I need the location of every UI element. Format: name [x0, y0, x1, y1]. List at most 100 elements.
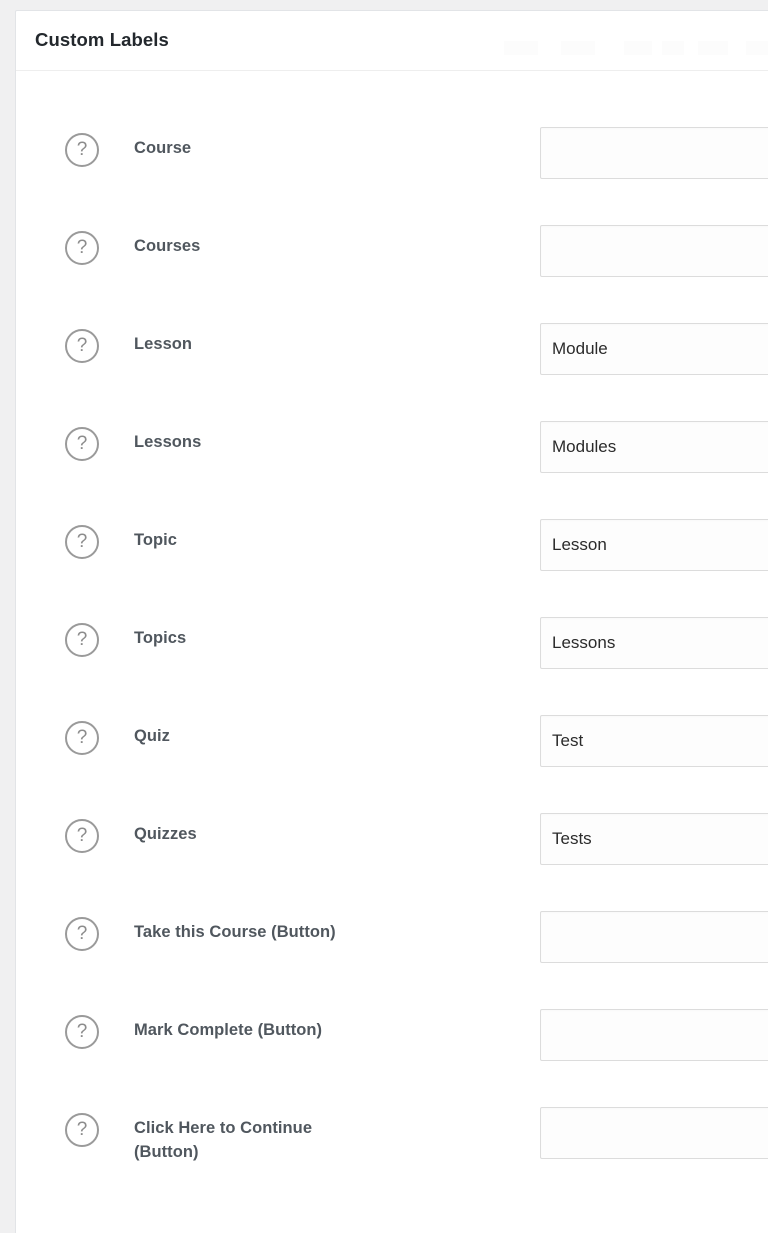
input-cell: [540, 211, 768, 277]
input-cell: [540, 603, 768, 669]
help-cell: ?: [65, 309, 134, 363]
row-label: Topics: [134, 629, 187, 647]
custom-label-input[interactable]: [540, 715, 768, 767]
help-icon[interactable]: ?: [65, 623, 99, 657]
help-icon[interactable]: ?: [65, 427, 99, 461]
input-cell: [540, 995, 768, 1061]
label-cell: Click Here to Continue (Button): [134, 1093, 540, 1165]
input-cell: [540, 701, 768, 767]
custom-label-input[interactable]: [540, 421, 768, 473]
custom-label-input[interactable]: [540, 519, 768, 571]
row-label: Lessons: [134, 433, 202, 451]
custom-label-input[interactable]: [540, 323, 768, 375]
label-cell: Courses: [134, 211, 540, 259]
input-cell: [540, 505, 768, 571]
custom-labels-panel: Custom Labels ? Course? Courses? Lesson? Les…: [15, 10, 768, 1233]
input-cell: [540, 799, 768, 865]
help-icon-glyph: ?: [76, 824, 88, 846]
custom-label-input[interactable]: [540, 911, 768, 963]
form-row: ? Quiz: [16, 701, 768, 799]
help-cell: ?: [65, 1093, 134, 1147]
help-icon[interactable]: ?: [65, 525, 99, 559]
form-row: ? Topic: [16, 505, 768, 603]
help-cell: ?: [65, 505, 134, 559]
input-cell: [540, 309, 768, 375]
form-row: ? Lessons: [16, 407, 768, 505]
help-icon-glyph: ?: [76, 922, 88, 944]
help-icon[interactable]: ?: [65, 329, 99, 363]
help-icon-glyph: ?: [76, 726, 88, 748]
help-cell: ?: [65, 211, 134, 265]
row-label: Course: [134, 139, 192, 157]
row-label: Lesson: [134, 335, 193, 353]
help-icon[interactable]: ?: [65, 1015, 99, 1049]
row-label: Quizzes: [134, 825, 197, 843]
help-cell: ?: [65, 407, 134, 461]
help-icon[interactable]: ?: [65, 133, 99, 167]
help-icon-glyph: ?: [76, 138, 88, 160]
custom-label-input[interactable]: [540, 813, 768, 865]
input-cell: [540, 897, 768, 963]
header-ghost-0: [504, 41, 538, 55]
label-cell: Course: [134, 113, 540, 161]
help-icon[interactable]: ?: [65, 231, 99, 265]
page-title: Custom Labels: [35, 29, 169, 51]
help-cell: ?: [65, 995, 134, 1049]
help-cell: ?: [65, 603, 134, 657]
help-cell: ?: [65, 113, 134, 167]
row-label: Topic: [134, 531, 178, 549]
label-cell: Quizzes: [134, 799, 540, 847]
input-cell: [540, 113, 768, 179]
row-label: Courses: [134, 237, 201, 255]
label-cell: Take this Course (Button): [134, 897, 540, 945]
help-cell: ?: [65, 799, 134, 853]
label-cell: Topic: [134, 505, 540, 553]
input-cell: [540, 1093, 768, 1159]
custom-label-input[interactable]: [540, 1107, 768, 1159]
custom-label-input[interactable]: [540, 617, 768, 669]
header-ghost-3: [662, 41, 684, 55]
help-cell: ?: [65, 897, 134, 951]
input-cell: [540, 407, 768, 473]
form-row: ? Mark Complete (Button): [16, 995, 768, 1093]
help-icon-glyph: ?: [76, 530, 88, 552]
form-row: ? Courses: [16, 211, 768, 309]
form-row: ? Quizzes: [16, 799, 768, 897]
row-label: Mark Complete (Button): [134, 1021, 323, 1039]
help-icon-glyph: ?: [76, 1020, 88, 1042]
label-cell: Quiz: [134, 701, 540, 749]
row-label: Take this Course (Button): [134, 923, 336, 941]
help-icon[interactable]: ?: [65, 721, 99, 755]
form-row: ? Click Here to Continue (Button): [16, 1093, 768, 1191]
header-ghost-4: [698, 41, 728, 55]
custom-label-input[interactable]: [540, 225, 768, 277]
panel-header: Custom Labels: [16, 11, 768, 71]
help-icon[interactable]: ?: [65, 1113, 99, 1147]
help-icon-glyph: ?: [76, 432, 88, 454]
custom-label-input[interactable]: [540, 127, 768, 179]
help-icon[interactable]: ?: [65, 917, 99, 951]
form-row: ? Lesson: [16, 309, 768, 407]
row-label: Quiz: [134, 727, 170, 745]
page-gutter: [0, 0, 14, 1233]
help-icon-glyph: ?: [76, 628, 88, 650]
row-label: Click Here to Continue (Button): [134, 1119, 313, 1161]
help-icon[interactable]: ?: [65, 819, 99, 853]
header-ghost-1: [561, 41, 595, 55]
help-cell: ?: [65, 701, 134, 755]
page-root: Custom Labels ? Course? Courses? Lesson? Les…: [0, 0, 768, 1233]
custom-labels-form: ? Course? Courses? Lesson? Lessons? Topic? Top…: [16, 71, 768, 1191]
help-icon-glyph: ?: [76, 236, 88, 258]
form-row: ? Topics: [16, 603, 768, 701]
help-icon-glyph: ?: [76, 1118, 88, 1140]
label-cell: Lesson: [134, 309, 540, 357]
header-ghost-5: [746, 41, 768, 55]
custom-label-input[interactable]: [540, 1009, 768, 1061]
form-row: ? Take this Course (Button): [16, 897, 768, 995]
help-icon-glyph: ?: [76, 334, 88, 356]
label-cell: Mark Complete (Button): [134, 995, 540, 1043]
header-ghost-2: [624, 41, 652, 55]
label-cell: Lessons: [134, 407, 540, 455]
form-row: ? Course: [16, 113, 768, 211]
label-cell: Topics: [134, 603, 540, 651]
